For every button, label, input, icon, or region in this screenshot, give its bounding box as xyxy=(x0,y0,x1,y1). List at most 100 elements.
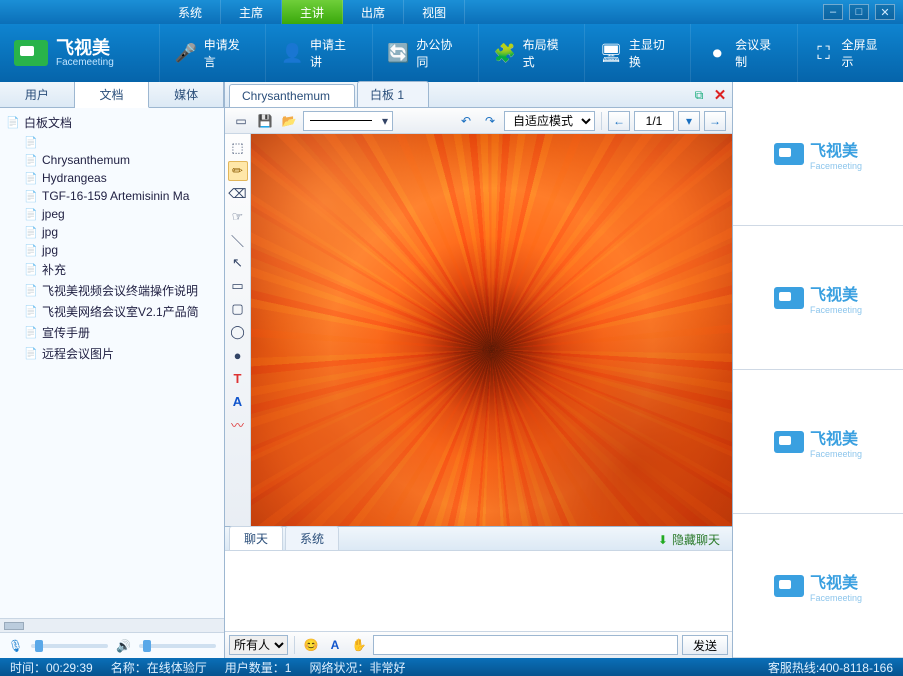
tree-item-label: 飞视美视频会议终端操作说明 xyxy=(42,282,198,299)
next-page-button[interactable]: → xyxy=(704,111,726,131)
send-button[interactable]: 发送 xyxy=(682,635,728,655)
tree-item[interactable]: 📄jpeg xyxy=(2,205,222,223)
record-button-label: 会议录制 xyxy=(735,36,783,70)
page-input[interactable] xyxy=(634,111,674,131)
layout-mode-button[interactable]: 🧩布局模式 xyxy=(478,24,584,82)
chat-target-select[interactable]: 所有人 xyxy=(229,635,288,655)
file-icon: 📄 xyxy=(24,243,38,257)
line-style-combo[interactable]: ▾ xyxy=(303,111,393,131)
left-tab-docs[interactable]: 文档 xyxy=(75,82,150,108)
fullscreen-button[interactable]: ⛶全屏显示 xyxy=(797,24,903,82)
arrow-tool-icon[interactable]: ↖ xyxy=(228,253,248,273)
header: 飞视美 Facemeeting 🎤申请发言👤申请主讲🔄办公协同🧩布局模式🖥主显切… xyxy=(0,24,903,82)
tree-item[interactable]: 📄Chrysanthemum xyxy=(2,151,222,169)
tree-root[interactable]: 📄 白板文档 xyxy=(2,112,222,133)
chat-tab-chat[interactable]: 聊天 xyxy=(229,526,283,550)
tree-hscroll[interactable] xyxy=(0,618,224,632)
file-icon: 📄 xyxy=(24,284,38,298)
office-collab-button[interactable]: 🔄办公协同 xyxy=(372,24,478,82)
document-image xyxy=(251,134,732,526)
new-icon[interactable]: ▭ xyxy=(231,111,251,131)
pointer-tool-icon[interactable]: ☞ xyxy=(228,207,248,227)
menu-view[interactable]: 视图 xyxy=(404,0,465,24)
close-window-button[interactable]: ✕ xyxy=(875,4,895,20)
tree-item[interactable]: 📄宣传手册 xyxy=(2,322,222,343)
hand-icon[interactable]: ✋ xyxy=(349,635,369,655)
center-panel: Chrysanthemum 白板 1 ⧉ ✕ ▭ 💾 📂 ▾ ↶ ↷ 自适应模式… xyxy=(225,82,733,658)
tree-item[interactable]: 📄远程会议图片 xyxy=(2,343,222,364)
tree-item[interactable]: 📄Hydrangeas xyxy=(2,169,222,187)
maximize-button[interactable]: □ xyxy=(849,4,869,20)
logo-icon xyxy=(774,431,804,453)
tree-item[interactable]: 📄TGF-16-159 Artemisinin Ma xyxy=(2,187,222,205)
left-tab-media[interactable]: 媒体 xyxy=(149,82,224,107)
doc-toolbar: ▭ 💾 📂 ▾ ↶ ↷ 自适应模式 ← ▾ → xyxy=(225,108,732,134)
status-name-label: 名称： xyxy=(111,661,147,675)
redo-icon[interactable]: ↷ xyxy=(480,111,500,131)
undo-icon[interactable]: ↶ xyxy=(456,111,476,131)
filled-ellipse-tool-icon[interactable]: ● xyxy=(228,345,248,365)
open-icon[interactable]: 📂 xyxy=(279,111,299,131)
font-tool-icon[interactable]: A xyxy=(228,391,248,411)
tree-item[interactable]: 📄 xyxy=(2,133,222,151)
line-tool-icon[interactable]: ＼ xyxy=(228,230,248,250)
brand-name: 飞视美 xyxy=(56,39,114,57)
close-tab-icon[interactable]: ✕ xyxy=(711,86,729,104)
tree-item[interactable]: 📄jpg xyxy=(2,241,222,259)
logo-icon xyxy=(774,287,804,309)
tree-item[interactable]: 📄飞视美网络会议室V2.1产品简 xyxy=(2,301,222,322)
left-tab-users[interactable]: 用户 xyxy=(0,82,75,107)
request-presenter-button[interactable]: 👤申请主讲 xyxy=(265,24,371,82)
mic-slider[interactable] xyxy=(31,644,108,648)
eraser-tool-icon[interactable]: ⌫ xyxy=(228,184,248,204)
menu-presenter[interactable]: 主讲 xyxy=(282,0,343,24)
speaker-icon[interactable]: 🔊 xyxy=(116,639,131,653)
mic-icon[interactable]: 🎙 xyxy=(8,639,23,653)
tree-item[interactable]: 📄 飞视美视频会议终端操作说明 xyxy=(2,280,222,301)
logo-icon xyxy=(14,40,48,66)
ellipse-tool-icon[interactable]: ◯ xyxy=(228,322,248,342)
tree-item[interactable]: 📄jpg xyxy=(2,223,222,241)
chat-tab-system[interactable]: 系统 xyxy=(285,526,339,550)
request-presenter-button-label: 申请主讲 xyxy=(310,36,358,70)
menu-attend[interactable]: 出席 xyxy=(343,0,404,24)
minimize-button[interactable]: – xyxy=(823,4,843,20)
zoom-mode-select[interactable]: 自适应模式 xyxy=(504,111,595,131)
font-icon[interactable]: A xyxy=(325,635,345,655)
highlighter-tool-icon[interactable]: 〰 xyxy=(228,414,248,434)
page-dropdown[interactable]: ▾ xyxy=(678,111,700,131)
speaker-slider[interactable] xyxy=(139,644,216,648)
video-slot-3[interactable]: 飞视美Facemeeting xyxy=(733,370,903,514)
tree-item-label: TGF-16-159 Artemisinin Ma xyxy=(42,189,189,203)
video-slot-1[interactable]: 飞视美Facemeeting xyxy=(733,82,903,226)
pencil-tool-icon[interactable]: ✏ xyxy=(228,161,248,181)
request-presenter-button-icon: 👤 xyxy=(280,41,304,65)
video-slot-4[interactable]: 飞视美Facemeeting xyxy=(733,514,903,658)
chat-input[interactable] xyxy=(373,635,678,655)
hide-chat-button[interactable]: ⬇ 隐藏聊天 xyxy=(658,531,728,550)
doc-tab-0[interactable]: Chrysanthemum xyxy=(229,84,355,107)
layout-mode-button-icon: 🧩 xyxy=(493,41,517,65)
prev-page-button[interactable]: ← xyxy=(608,111,630,131)
doc-tab-1[interactable]: 白板 1 xyxy=(357,81,429,107)
fullscreen-button-icon: ⛶ xyxy=(812,41,836,65)
request-speak-button[interactable]: 🎤申请发言 xyxy=(159,24,265,82)
video-slot-2[interactable]: 飞视美Facemeeting xyxy=(733,226,903,370)
tree-item[interactable]: 📄补充 xyxy=(2,259,222,280)
text-tool-icon[interactable]: T xyxy=(228,368,248,388)
popout-icon[interactable]: ⧉ xyxy=(690,86,708,104)
menu-chair[interactable]: 主席 xyxy=(221,0,282,24)
main-display-button-label: 主显切换 xyxy=(629,36,677,70)
file-icon: 📄 xyxy=(24,347,38,361)
rect-tool-icon[interactable]: ▭ xyxy=(228,276,248,296)
right-panel: 飞视美Facemeeting 飞视美Facemeeting 飞视美Facemee… xyxy=(733,82,903,658)
select-tool-icon[interactable]: ⬚ xyxy=(228,138,248,158)
file-icon: 📄 xyxy=(24,326,38,340)
save-icon[interactable]: 💾 xyxy=(255,111,275,131)
main-display-button[interactable]: 🖥主显切换 xyxy=(584,24,690,82)
emoji-icon[interactable]: 😊 xyxy=(301,635,321,655)
whiteboard-canvas[interactable] xyxy=(251,134,732,526)
record-button[interactable]: ⏺会议录制 xyxy=(690,24,796,82)
menu-system[interactable]: 系统 xyxy=(160,0,221,24)
roundrect-tool-icon[interactable]: ▢ xyxy=(228,299,248,319)
